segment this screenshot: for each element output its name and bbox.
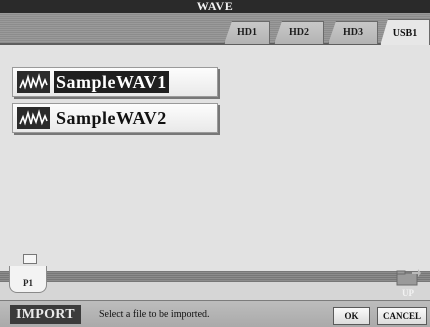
folder-icon [23, 254, 37, 264]
file-item-samplewav1[interactable]: SampleWAV1 [12, 67, 218, 97]
window-title: WAVE [0, 0, 430, 13]
wave-file-icon [17, 107, 50, 129]
file-list: SampleWAV1 SampleWAV2 [0, 45, 430, 260]
cancel-button[interactable]: CANCEL [377, 307, 427, 325]
wave-file-icon [17, 71, 50, 93]
file-name: SampleWAV2 [56, 108, 167, 128]
page-tab-p1[interactable]: P1 [9, 254, 47, 293]
tab-hd1[interactable]: HD1 [224, 21, 270, 44]
tab-usb1[interactable]: USB1 [380, 19, 430, 46]
folder-up-icon [396, 269, 421, 286]
file-item-samplewav2[interactable]: SampleWAV2 [12, 103, 218, 133]
file-name: SampleWAV1 [54, 71, 169, 93]
status-message: Select a file to be imported. [99, 309, 210, 320]
tab-hd2[interactable]: HD2 [274, 21, 324, 44]
mode-label: IMPORT [10, 305, 81, 324]
page-selector: P1 UP [0, 254, 430, 300]
page-tab-label: P1 [23, 278, 33, 288]
page-bar [0, 271, 430, 282]
up-label: UP [402, 288, 414, 298]
tab-hd3[interactable]: HD3 [328, 21, 378, 44]
bottom-bar: IMPORT Select a file to be imported. OK … [0, 300, 430, 327]
ok-button[interactable]: OK [333, 307, 370, 325]
up-folder-button[interactable]: UP [392, 264, 424, 300]
drive-tab-strip: HD1 HD2 HD3 USB1 [0, 13, 430, 46]
wave-import-screen: WAVE HD1 HD2 HD3 USB1 SampleWAV1 SampleW… [0, 0, 430, 327]
page-bar-lower [0, 282, 430, 300]
